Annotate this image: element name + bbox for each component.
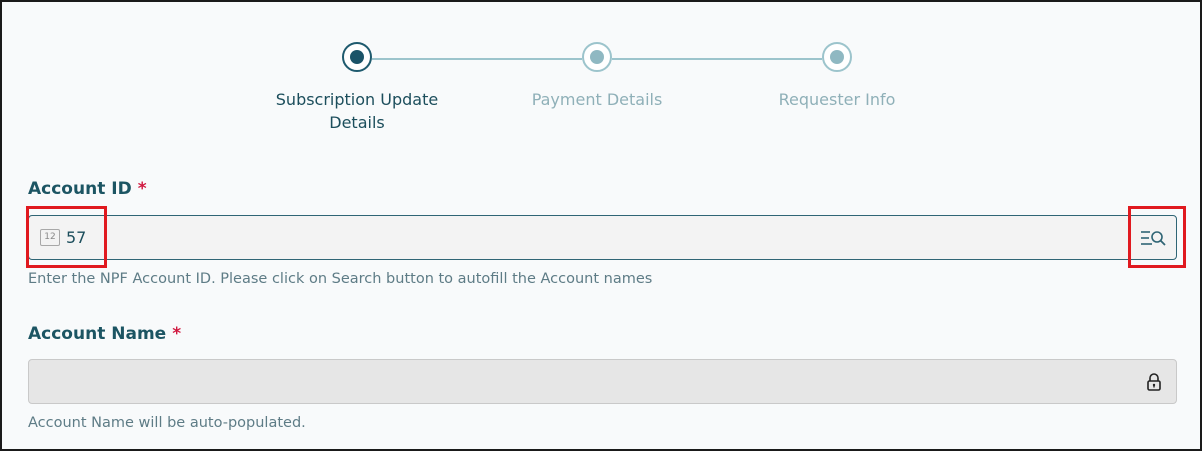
lock-icon	[1146, 372, 1162, 392]
step-1-indicator[interactable]	[342, 42, 372, 72]
account-id-label: Account ID *	[28, 179, 147, 199]
highlight-search-button	[1128, 206, 1186, 268]
highlight-account-id-value	[26, 206, 107, 268]
account-name-label: Account Name *	[28, 324, 182, 344]
step-3-indicator[interactable]	[822, 42, 852, 72]
step-2-label: Payment Details	[531, 90, 663, 109]
account-id-input[interactable]: 12 57	[28, 215, 1177, 260]
step-2-indicator[interactable]	[582, 42, 612, 72]
account-name-hint: Account Name will be auto-populated.	[28, 415, 306, 431]
step-3-label: Requester Info	[778, 90, 896, 109]
step-connector	[612, 58, 822, 60]
account-name-field	[28, 359, 1177, 404]
step-1-label: Subscription Update Details	[275, 90, 439, 132]
step-connector	[372, 58, 582, 60]
progress-stepper: Subscription Update Details Payment Deta…	[2, 2, 1202, 152]
required-marker: *	[137, 179, 147, 199]
account-id-hint: Enter the NPF Account ID. Please click o…	[28, 271, 653, 287]
form-panel: Subscription Update Details Payment Deta…	[0, 0, 1202, 451]
required-marker: *	[172, 324, 182, 344]
